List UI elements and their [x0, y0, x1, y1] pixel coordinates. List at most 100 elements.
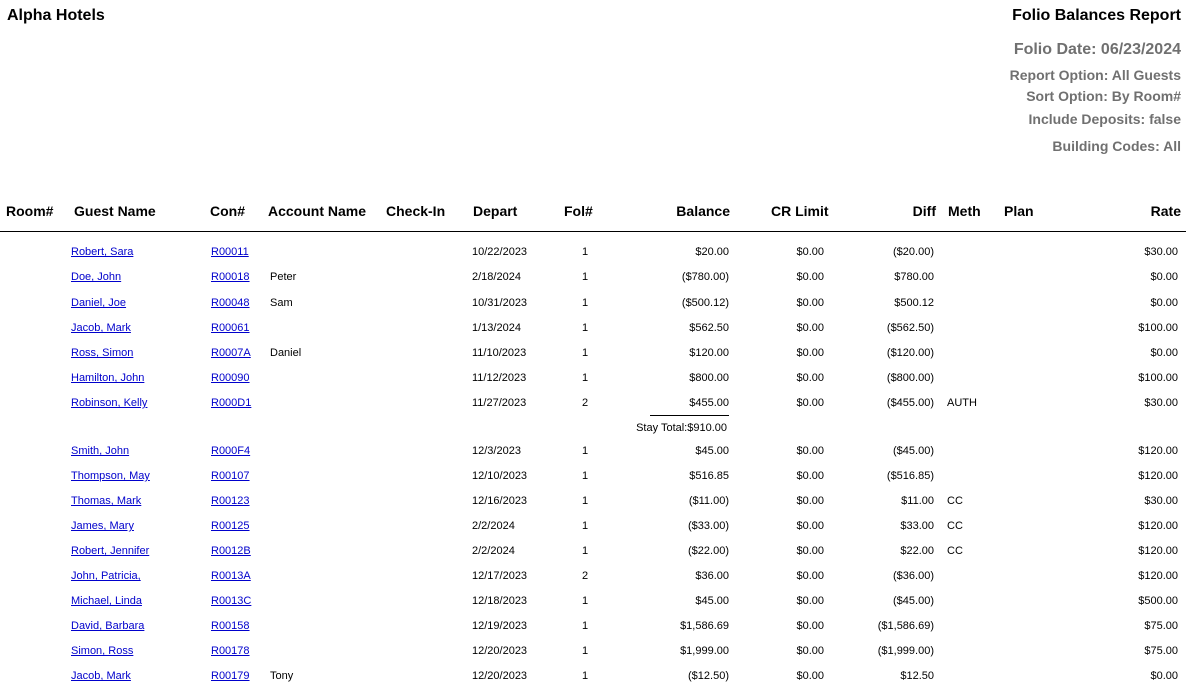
fol-number: 2 — [581, 397, 589, 409]
con-link[interactable]: R00179 — [211, 670, 250, 682]
con-link[interactable]: R0013A — [211, 570, 251, 582]
table-row: John, Patricia, R0013A 12/17/2023 2 $36.00 $0… — [0, 570, 1186, 590]
con-link[interactable]: R0012B — [211, 545, 251, 557]
header-check-in: Check-In — [386, 203, 446, 219]
guest-name-link[interactable]: Doe, John — [71, 271, 121, 283]
balance: ($12.50) — [688, 670, 729, 682]
guest-name-link[interactable]: Robinson, Kelly — [71, 397, 147, 409]
con-link[interactable]: R00018 — [211, 271, 250, 283]
table-row: Smith, John R000F4 12/3/2023 1 $45.00 $0.00 ($… — [0, 445, 1186, 465]
depart-date: 12/3/2023 — [472, 445, 521, 457]
fol-number: 1 — [581, 495, 589, 507]
header-account-name: Account Name — [268, 203, 367, 219]
account-name: Daniel — [270, 347, 302, 359]
header-cr-limit: CR Limit — [771, 203, 829, 219]
rate: $0.00 — [1150, 271, 1178, 283]
con-link[interactable]: R00125 — [211, 520, 250, 532]
con-link[interactable]: R0007A — [211, 347, 251, 359]
balance: $1,999.00 — [680, 645, 729, 657]
diff: $780.00 — [894, 271, 934, 283]
rate: $120.00 — [1138, 545, 1178, 557]
guest-name-link[interactable]: Simon, Ross — [71, 645, 133, 657]
rate: $500.00 — [1138, 595, 1178, 607]
con-link[interactable]: R00048 — [211, 297, 250, 309]
con-link[interactable]: R000F4 — [211, 445, 250, 457]
cr-limit: $0.00 — [796, 470, 824, 482]
cr-limit: $0.00 — [796, 246, 824, 258]
diff: ($562.50) — [886, 322, 934, 334]
header-diff: Diff — [912, 203, 936, 219]
cr-limit: $0.00 — [796, 271, 824, 283]
guest-name-link[interactable]: Daniel, Joe — [71, 297, 126, 309]
cr-limit: $0.00 — [796, 297, 824, 309]
cr-limit: $0.00 — [796, 670, 824, 682]
depart-date: 11/12/2023 — [472, 372, 527, 384]
balance: $516.85 — [689, 470, 729, 482]
guest-name-link[interactable]: Smith, John — [71, 445, 129, 457]
table-row: Michael, Linda R0013C 12/18/2023 1 $45.00 $0.… — [0, 595, 1186, 615]
guest-name-link[interactable]: Thomas, Mark — [71, 495, 141, 507]
fol-number: 1 — [581, 322, 589, 334]
balance: $20.00 — [695, 246, 729, 258]
fol-number: 1 — [581, 271, 589, 283]
guest-name-link[interactable]: Jacob, Mark — [71, 670, 131, 682]
fol-number: 1 — [581, 297, 589, 309]
guest-name-link[interactable]: Michael, Linda — [71, 595, 142, 607]
con-link[interactable]: R00178 — [211, 645, 250, 657]
table-row: Doe, John R00018 Peter 2/18/2024 1 ($780.00) $… — [0, 271, 1186, 291]
depart-date: 2/2/2024 — [472, 520, 515, 532]
balance: $36.00 — [695, 570, 729, 582]
balance: $45.00 — [695, 445, 729, 457]
guest-name-link[interactable]: Ross, Simon — [71, 347, 133, 359]
rate: $75.00 — [1144, 620, 1178, 632]
table-row: Robert, Jennifer R0012B 2/2/2024 1 ($22.00) $… — [0, 545, 1186, 565]
method: AUTH — [947, 397, 977, 409]
rate: $120.00 — [1138, 445, 1178, 457]
report-title: Folio Balances Report — [1012, 7, 1181, 24]
con-link[interactable]: R0013C — [211, 595, 251, 607]
balance: ($780.00) — [681, 271, 729, 283]
depart-date: 11/27/2023 — [472, 397, 527, 409]
header-fol: Fol# — [564, 203, 593, 219]
guest-name-link[interactable]: David, Barbara — [71, 620, 144, 632]
table-row: Ross, Simon R0007A Daniel 11/10/2023 1 $120.0… — [0, 347, 1186, 367]
con-link[interactable]: R00090 — [211, 372, 250, 384]
rate: $75.00 — [1144, 645, 1178, 657]
method: CC — [947, 545, 963, 557]
balance-underline — [650, 415, 729, 416]
guest-name-link[interactable]: Robert, Sara — [71, 246, 133, 258]
cr-limit: $0.00 — [796, 545, 824, 557]
table-row: Jacob, Mark R00061 1/13/2024 1 $562.50 $0.00 (… — [0, 322, 1186, 342]
guest-name-link[interactable]: Hamilton, John — [71, 372, 144, 384]
guest-name-link[interactable]: James, Mary — [71, 520, 134, 532]
depart-date: 11/10/2023 — [472, 347, 527, 359]
include-deposits: Include Deposits: false — [1028, 111, 1181, 127]
depart-date: 12/10/2023 — [472, 470, 528, 482]
guest-name-link[interactable]: John, Patricia, — [71, 570, 141, 582]
hotel-name: Alpha Hotels — [7, 7, 105, 24]
table-row: Thomas, Mark R00123 12/16/2023 1 ($11.00) $0.… — [0, 495, 1186, 515]
con-link[interactable]: R00011 — [211, 246, 249, 258]
cr-limit: $0.00 — [796, 347, 824, 359]
cr-limit: $0.00 — [796, 520, 824, 532]
guest-name-link[interactable]: Thompson, May — [71, 470, 150, 482]
con-link[interactable]: R00158 — [211, 620, 250, 632]
balance: ($33.00) — [688, 520, 729, 532]
balance: ($11.00) — [688, 495, 729, 507]
balance: $455.00 — [689, 397, 729, 409]
con-link[interactable]: R000D1 — [211, 397, 251, 409]
con-link[interactable]: R00123 — [211, 495, 250, 507]
con-link[interactable]: R00061 — [211, 322, 250, 334]
depart-date: 12/18/2023 — [472, 595, 528, 607]
guest-name-link[interactable]: Robert, Jennifer — [71, 545, 149, 557]
depart-date: 1/13/2024 — [472, 322, 521, 334]
rate: $120.00 — [1138, 470, 1178, 482]
depart-date: 10/31/2023 — [472, 297, 528, 309]
con-link[interactable]: R00107 — [211, 470, 250, 482]
guest-name-link[interactable]: Jacob, Mark — [71, 322, 131, 334]
diff: ($516.85) — [886, 470, 934, 482]
rate: $30.00 — [1144, 397, 1178, 409]
diff: ($45.00) — [893, 445, 934, 457]
fol-number: 1 — [581, 246, 589, 258]
table-row: James, Mary R00125 2/2/2024 1 ($33.00) $0.00 $… — [0, 520, 1186, 540]
